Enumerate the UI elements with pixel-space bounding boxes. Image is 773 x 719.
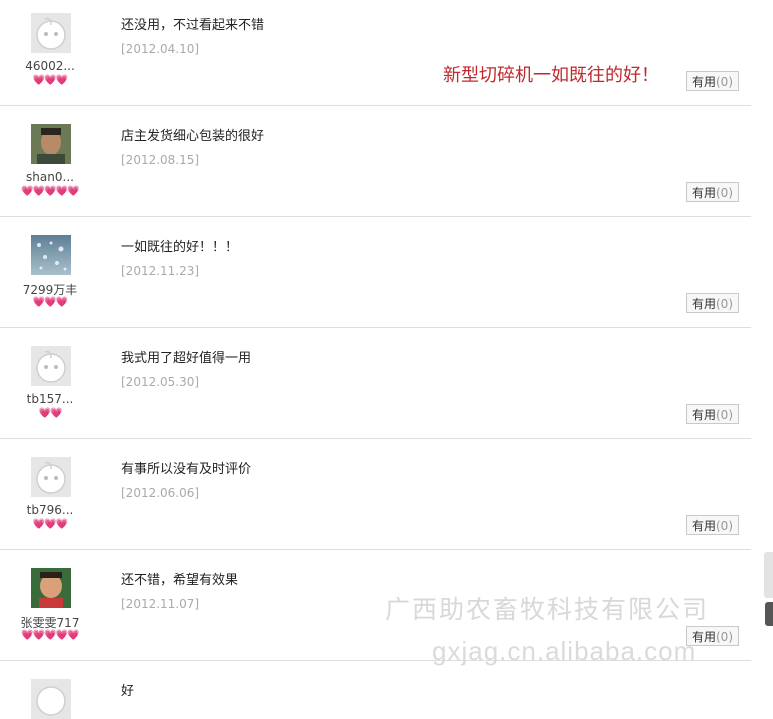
useful-button[interactable]: 有用(0) [686, 515, 739, 535]
review-date: [2012.05.30] [121, 375, 200, 389]
useful-button[interactable]: 有用(0) [686, 182, 739, 202]
useful-count: (0) [716, 297, 733, 311]
user-photo-avatar[interactable] [31, 124, 71, 164]
review-text: 我式用了超好值得一用 [121, 351, 252, 366]
review-item: tb796... 💗💗💗 有事所以没有及时评价 [2012.06.06] 有用(… [0, 444, 751, 550]
review-date: [2012.04.10] [121, 42, 200, 56]
useful-button[interactable]: 有用(0) [686, 71, 739, 91]
useful-count: (0) [716, 630, 733, 644]
review-date: [2012.11.07] [121, 597, 200, 611]
review-item: 好 [0, 666, 751, 719]
useful-label: 有用 [691, 408, 716, 422]
review-date: [2012.06.06] [121, 486, 200, 500]
useful-label: 有用 [691, 297, 716, 311]
review-text: 还不错，希望有效果 [121, 573, 239, 588]
reviewer-name[interactable]: 张雯雯717 [0, 614, 100, 631]
default-avatar-icon[interactable] [31, 457, 71, 497]
watermark-company: 广西助农畜牧科技有限公司 [385, 595, 710, 624]
useful-label: 有用 [691, 186, 716, 200]
credit-hearts-icon: 💗💗💗 [32, 297, 68, 308]
reviewer-name[interactable]: shan0... [0, 170, 100, 184]
credit-hearts-icon: 💗💗💗💗💗 [21, 630, 79, 641]
default-avatar-icon[interactable] [31, 346, 71, 386]
default-avatar-icon[interactable] [31, 679, 71, 719]
reviewer-name[interactable]: 46002... [0, 59, 100, 73]
useful-count: (0) [716, 75, 733, 89]
useful-label: 有用 [691, 519, 716, 533]
reviewer-name[interactable]: tb796... [0, 503, 100, 517]
review-item: tb157... 💗💗 我式用了超好值得一用 [2012.05.30] 有用(0… [0, 333, 751, 439]
useful-button[interactable]: 有用(0) [686, 293, 739, 313]
credit-hearts-icon: 💗💗💗💗💗 [21, 186, 79, 197]
reviewer-name[interactable]: tb157... [0, 392, 100, 406]
useful-count: (0) [716, 186, 733, 200]
review-text: 好 [121, 684, 135, 699]
side-scroll-tab[interactable] [764, 552, 773, 598]
review-text: 还没用，不过看起来不错 [121, 18, 265, 33]
credit-hearts-icon: 💗💗💗 [32, 75, 68, 86]
useful-label: 有用 [691, 75, 716, 89]
credit-hearts-icon: 💗💗 [38, 408, 63, 419]
review-item: 46002... 💗💗💗 还没用，不过看起来不错 [2012.04.10] 有用… [0, 0, 751, 106]
overlay-caption: 新型切碎机一如既往的好！ [443, 65, 659, 86]
review-date: [2012.08.15] [121, 153, 200, 167]
side-scroll-handle[interactable] [765, 602, 773, 626]
reviewer-name[interactable]: 7299万丰 [0, 281, 100, 298]
review-item: shan0... 💗💗💗💗💗 店主发货细心包装的很好 [2012.08.15] … [0, 111, 751, 217]
useful-button[interactable]: 有用(0) [686, 404, 739, 424]
review-item: 7299万丰 💗💗💗 一如既往的好！！！ [2012.11.23] 有用(0) [0, 222, 751, 328]
useful-count: (0) [716, 408, 733, 422]
useful-count: (0) [716, 519, 733, 533]
credit-hearts-icon: 💗💗💗 [32, 519, 68, 530]
review-text: 一如既往的好！！！ [121, 240, 239, 255]
review-text: 店主发货细心包装的很好 [121, 129, 265, 144]
review-date: [2012.11.23] [121, 264, 200, 278]
review-text: 有事所以没有及时评价 [121, 462, 252, 477]
user-photo-avatar[interactable] [31, 235, 71, 275]
watermark-url: gxjag.cn.alibaba.com [432, 636, 697, 666]
default-avatar-icon[interactable] [31, 13, 71, 53]
user-photo-avatar[interactable] [31, 568, 71, 608]
